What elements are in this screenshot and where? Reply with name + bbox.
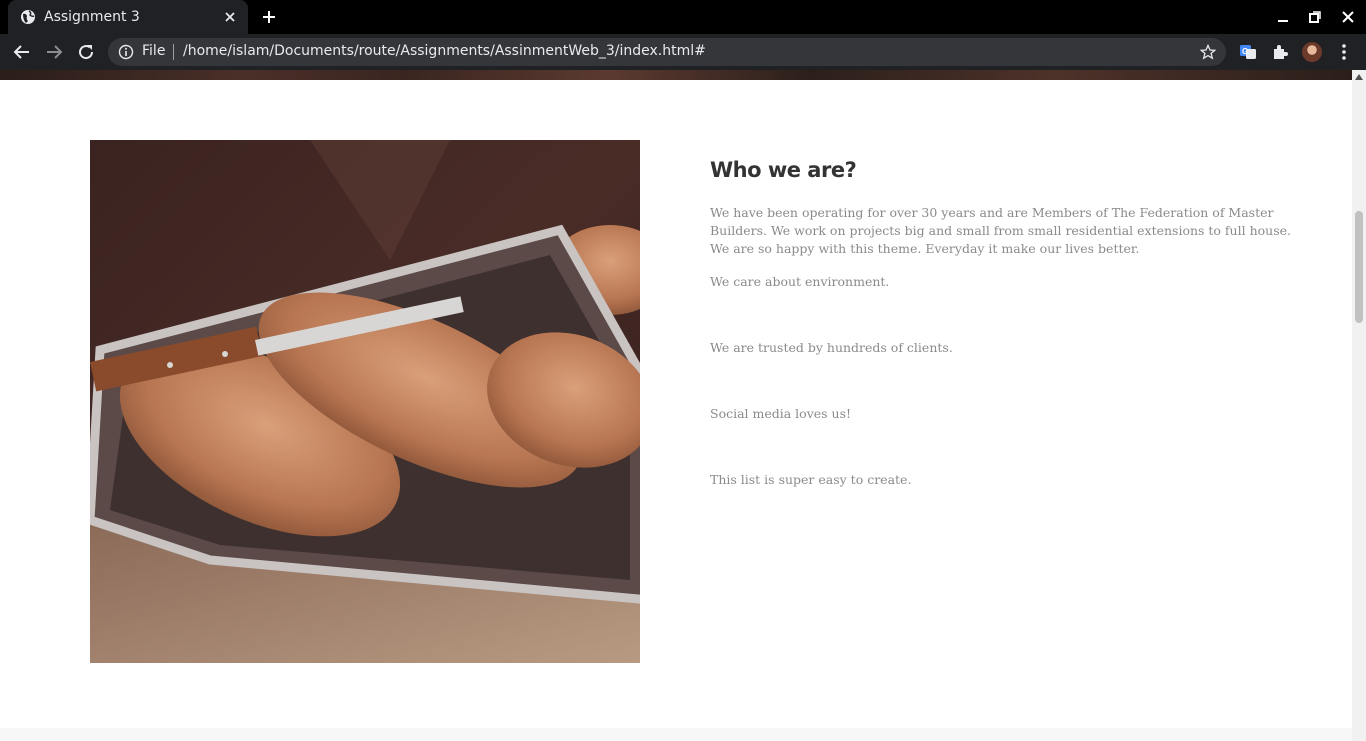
bread-tray-photo — [90, 140, 640, 663]
about-description: We have been operating for over 30 years… — [710, 205, 1291, 256]
address-divider — [173, 44, 174, 60]
next-section-edge — [0, 728, 1352, 741]
scroll-up-arrow-icon[interactable] — [1355, 74, 1363, 80]
page-scrollbar[interactable] — [1352, 70, 1366, 741]
profile-avatar[interactable] — [1302, 42, 1322, 62]
bookmark-star-icon[interactable] — [1200, 44, 1216, 60]
scrollbar-thumb[interactable] — [1355, 211, 1363, 323]
browser-tab[interactable]: Assignment 3 — [8, 0, 248, 34]
url-text[interactable]: /home/islam/Documents/route/Assignments/… — [183, 43, 706, 59]
extensions-puzzle-icon[interactable] — [1271, 43, 1289, 61]
hero-image-bottom-edge — [0, 70, 1352, 80]
google-translate-icon[interactable]: G — [1239, 43, 1257, 61]
about-heading: Who we are? — [710, 158, 857, 182]
browser-titlebar: Assignment 3 — [0, 0, 1366, 34]
minimize-icon[interactable] — [1276, 10, 1290, 24]
page-viewport: Who we are? We have been operating for o… — [0, 70, 1352, 741]
address-bar[interactable]: File /home/islam/Documents/route/Assignm… — [108, 38, 1226, 66]
reload-icon[interactable] — [77, 43, 95, 61]
globe-icon — [21, 10, 35, 24]
svg-text:G: G — [1242, 47, 1248, 56]
about-point: Social media loves us! — [710, 406, 852, 421]
close-icon[interactable] — [222, 9, 238, 25]
new-tab-icon[interactable] — [261, 9, 277, 25]
info-icon[interactable] — [118, 44, 134, 60]
close-window-icon[interactable] — [1341, 10, 1355, 24]
tab-title: Assignment 3 — [44, 9, 140, 25]
about-point: We care about environment. — [710, 274, 890, 289]
more-menu-icon[interactable] — [1336, 43, 1352, 61]
back-icon[interactable] — [13, 43, 31, 61]
restore-icon[interactable] — [1308, 10, 1322, 24]
about-point: This list is super easy to create. — [710, 472, 912, 487]
url-scheme-label: File — [142, 43, 166, 59]
about-point: We are trusted by hundreds of clients. — [710, 340, 953, 355]
browser-toolbar: File /home/islam/Documents/route/Assignm… — [0, 34, 1366, 70]
forward-icon[interactable] — [45, 43, 63, 61]
